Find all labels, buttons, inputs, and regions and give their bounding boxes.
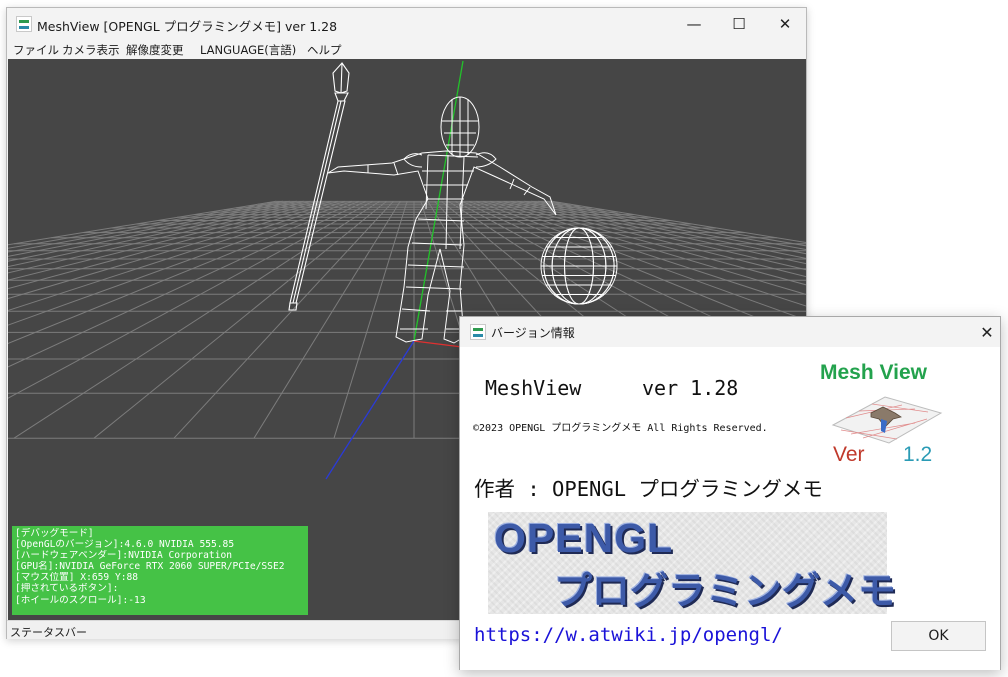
banner-line-2: プログラミングメモ bbox=[554, 571, 897, 613]
logo-mesh-icon bbox=[831, 396, 943, 444]
axis-z-line bbox=[325, 340, 415, 480]
menu-resolution[interactable]: 解像度変更 bbox=[126, 42, 184, 58]
copyright-text: ©2023 OPENGL プログラミングメモ All Rights Reserv… bbox=[473, 423, 768, 434]
title-bar[interactable]: MeshView [OPENGL プログラミングメモ] ver 1.28 — ☐… bbox=[7, 8, 806, 40]
about-title-bar[interactable]: バージョン情報 ✕ bbox=[460, 317, 1000, 347]
app-version: ver 1.28 bbox=[642, 376, 739, 400]
about-body: MeshView ver 1.28 ©2023 OPENGL プログラミングメモ… bbox=[460, 347, 1000, 670]
debug-line: [OpenGLのバージョン]:4.6.0 NVIDIA 555.85 bbox=[15, 539, 235, 551]
meshview-app-icon bbox=[16, 16, 32, 32]
debug-line: [ハードウェアベンダー]:NVIDIA Corporation bbox=[15, 550, 233, 562]
shield-model bbox=[540, 227, 618, 305]
about-title: バージョン情報 bbox=[491, 326, 575, 340]
debug-line: [押されているボタン]: bbox=[15, 583, 119, 595]
debug-line: [ホイールのスクロール]:-13 bbox=[15, 594, 146, 606]
website-link[interactable]: https://w.atwiki.jp/opengl/ bbox=[474, 624, 783, 646]
logo-ver-number: 1.2 bbox=[903, 443, 933, 466]
window-title: MeshView [OPENGL プログラミングメモ] ver 1.28 bbox=[37, 19, 338, 34]
maximize-button[interactable]: ☐ bbox=[724, 12, 754, 36]
meshview-logo: Mesh View Ver 1.2 bbox=[815, 357, 955, 475]
menu-file[interactable]: ファイル bbox=[13, 42, 59, 58]
debug-line: [デバッグモード] bbox=[15, 528, 94, 539]
logo-ver-word: Ver bbox=[833, 443, 865, 466]
ok-button[interactable]: OK bbox=[891, 621, 986, 651]
author-text: 作者 : OPENGL プログラミングメモ bbox=[474, 477, 823, 501]
menu-language[interactable]: LANGUAGE(言語) bbox=[200, 42, 296, 58]
logo-title: Mesh View bbox=[820, 361, 927, 384]
meshview-app-icon bbox=[470, 324, 486, 340]
app-name: MeshView bbox=[485, 376, 582, 400]
menu-help[interactable]: ヘルプ bbox=[307, 42, 342, 58]
about-close-button[interactable]: ✕ bbox=[974, 320, 1000, 344]
minimize-button[interactable]: — bbox=[679, 12, 709, 36]
debug-overlay: [デバッグモード] [OpenGLのバージョン]:4.6.0 NVIDIA 55… bbox=[12, 526, 308, 615]
about-dialog: バージョン情報 ✕ MeshView ver 1.28 ©2023 OPENGL… bbox=[459, 316, 1001, 670]
status-text: ステータスバー bbox=[10, 626, 87, 639]
opengl-memo-banner: OPENGL プログラミングメモ bbox=[488, 512, 896, 614]
menu-camera[interactable]: カメラ表示 bbox=[62, 42, 120, 58]
close-button[interactable]: ✕ bbox=[770, 12, 800, 36]
debug-line: [GPU名]:NVIDIA GeForce RTX 2060 SUPER/PCI… bbox=[15, 561, 285, 573]
world-axes bbox=[325, 60, 479, 480]
banner-line-1: OPENGL bbox=[494, 515, 674, 561]
menu-bar: ファイル カメラ表示 解像度変更 LANGUAGE(言語) ヘルプ bbox=[7, 40, 806, 59]
debug-line: [マウス位置] X:659 Y:88 bbox=[15, 572, 139, 584]
